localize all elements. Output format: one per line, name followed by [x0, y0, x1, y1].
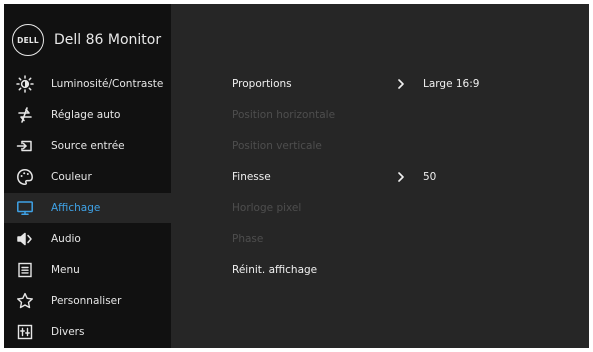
- setting-label: Phase: [232, 233, 264, 245]
- input-source-icon: [16, 137, 34, 155]
- sidebar-item-others[interactable]: Divers: [4, 317, 171, 347]
- sidebar-item-label: Audio: [51, 233, 81, 245]
- sidebar-item-label: Affichage: [51, 202, 101, 214]
- setting-value: Large 16:9: [423, 78, 480, 90]
- setting-row-pixel-clock: Horloge pixel: [232, 197, 397, 219]
- sidebar-item-personalize[interactable]: Personnaliser: [4, 286, 171, 316]
- setting-label: Réinit. affichage: [232, 264, 318, 276]
- sidebar-item-brightness-contrast[interactable]: Luminosité/Contraste: [4, 69, 171, 99]
- setting-row-vertical-position: Position verticale: [232, 135, 397, 157]
- setting-value: 50: [423, 171, 437, 183]
- sidebar-item-input-source[interactable]: Source entrée: [4, 131, 171, 161]
- setting-label: Finesse: [232, 171, 271, 183]
- setting-label: Position horizontale: [232, 109, 336, 121]
- brightness-icon: [16, 75, 34, 93]
- sidebar-item-color[interactable]: Couleur: [4, 162, 171, 192]
- sidebar-item-display[interactable]: Affichage: [4, 193, 171, 223]
- sidebar-item-label: Personnaliser: [51, 295, 122, 307]
- setting-row-aspect-ratio[interactable]: Proportions Large 16:9: [232, 73, 479, 95]
- setting-label: Position verticale: [232, 140, 322, 152]
- brand-header: DELL Dell 86 Monitor: [12, 20, 161, 60]
- menu-icon: [16, 261, 34, 279]
- monitor-osd: DELL Dell 86 Monitor Luminosité/Contrast…: [4, 4, 589, 348]
- sidebar-item-label: Réglage auto: [51, 109, 121, 121]
- sidebar-item-menu[interactable]: Menu: [4, 255, 171, 285]
- display-icon: [16, 199, 34, 217]
- chevron-right-icon: [397, 79, 423, 89]
- auto-adjust-icon: [16, 106, 34, 124]
- setting-row-phase: Phase: [232, 228, 397, 250]
- others-icon: [16, 323, 34, 341]
- sidebar-item-label: Divers: [51, 326, 85, 338]
- setting-row-display-reset[interactable]: Réinit. affichage: [232, 259, 397, 281]
- color-palette-icon: [16, 168, 34, 186]
- setting-label: Proportions: [232, 78, 292, 90]
- display-settings-panel: Proportions Large 16:9 Position horizont…: [171, 4, 589, 348]
- sidebar-item-auto-adjust[interactable]: Réglage auto: [4, 100, 171, 130]
- dell-logo: DELL: [12, 24, 44, 56]
- sidebar-item-label: Couleur: [51, 171, 92, 183]
- monitor-model-title: Dell 86 Monitor: [54, 32, 162, 48]
- star-icon: [16, 292, 34, 310]
- setting-label: Horloge pixel: [232, 202, 302, 214]
- speaker-icon: [16, 230, 34, 248]
- setting-row-horizontal-position: Position horizontale: [232, 104, 397, 126]
- sidebar: DELL Dell 86 Monitor Luminosité/Contrast…: [4, 4, 171, 348]
- sidebar-item-audio[interactable]: Audio: [4, 224, 171, 254]
- chevron-right-icon: [397, 172, 423, 182]
- sidebar-item-label: Menu: [51, 264, 80, 276]
- sidebar-item-label: Source entrée: [51, 140, 125, 152]
- setting-row-sharpness[interactable]: Finesse 50: [232, 166, 436, 188]
- sidebar-item-label: Luminosité/Contraste: [51, 78, 164, 90]
